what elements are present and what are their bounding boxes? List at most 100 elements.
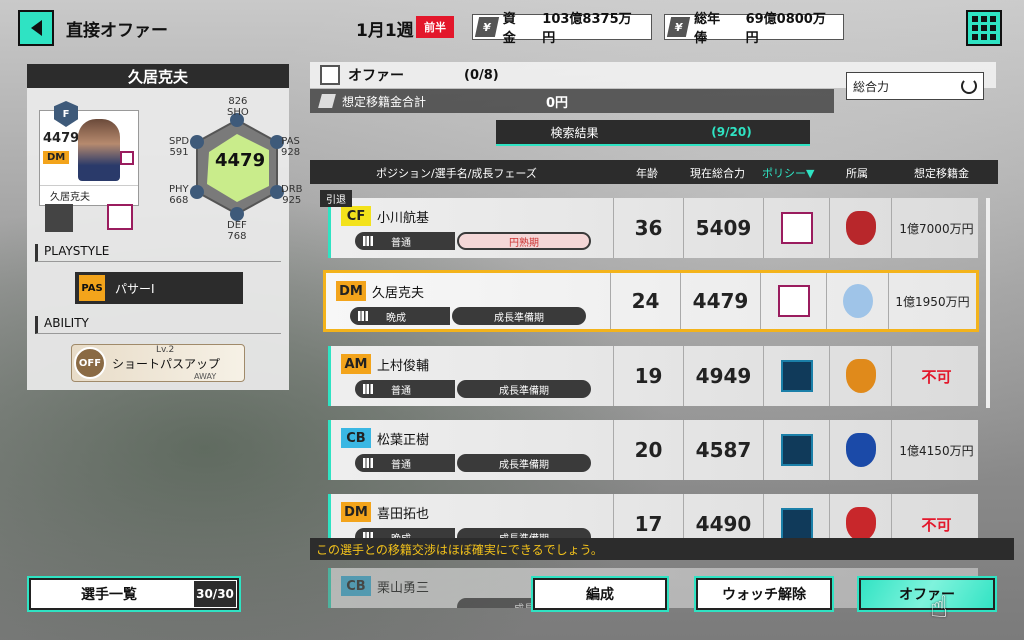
stat-hexagon: 4479 826 SHO PAS 928 DRB 925 DEF 768 PHY 668 …	[169, 96, 303, 248]
position-badge: CF	[341, 206, 371, 226]
age-cell: 36	[613, 198, 683, 258]
player-count: 30/30	[194, 581, 236, 607]
growth-bars-icon	[363, 384, 373, 394]
table-row[interactable]: DM 喜田拓也 晩成 成長準備期 17 4490 不可	[328, 494, 978, 538]
policy-icon	[780, 508, 813, 538]
total-rating: 4479	[215, 150, 266, 171]
tab-count[interactable]: (9/20)	[653, 120, 810, 146]
playstyle-label: PLAYSTYLE	[35, 244, 281, 262]
growth-type: 普通	[355, 454, 455, 472]
money-icon: ¥	[666, 17, 691, 37]
club-emblem-icon	[845, 507, 876, 538]
growth-bars-icon	[363, 236, 373, 246]
table-row[interactable]: AM 上村俊輔 普通 成長準備期 19 4949 不可	[328, 346, 978, 406]
policy-cell	[760, 273, 826, 329]
player-list-label: 選手一覧	[81, 587, 137, 603]
club-cell	[829, 420, 891, 480]
player-name: 上村俊輔	[377, 359, 430, 374]
position-badge: CB	[341, 428, 371, 448]
emblem-icon	[45, 204, 73, 232]
growth-phase: 成長準備期	[452, 307, 586, 325]
position-badge: DM	[341, 502, 371, 522]
club-emblem-icon	[845, 211, 876, 245]
growth-phase: 成長準備期	[457, 380, 591, 398]
salary-label: 総年俸	[694, 12, 721, 46]
playstyle-box[interactable]: PAS パサーⅠ	[75, 272, 243, 304]
player-card[interactable]: F 4479 DM 久居克夫	[39, 101, 139, 206]
funds-label: 資金	[502, 12, 516, 46]
stat-drb: DRB 925	[281, 184, 303, 206]
tab-search-results[interactable]: 検索結果	[496, 120, 653, 146]
week-label: 1月1週	[356, 21, 414, 41]
club-cell	[829, 198, 891, 258]
position-badge: DM	[336, 281, 366, 301]
offer-title: オファー	[348, 68, 404, 84]
policy-icon	[120, 151, 134, 165]
club-cell	[826, 273, 888, 329]
player-name: 栗山勇三	[377, 581, 430, 596]
card-player-name: 久居克夫	[40, 185, 138, 205]
fee-total-bar: 想定移籍金合計 0円	[310, 89, 834, 113]
ability-box[interactable]: OFF Lv.2 ショートパスアップ AWAY	[71, 344, 245, 382]
fee-total-label: 想定移籍金合計	[342, 94, 427, 109]
growth-phase: 円熟期	[457, 232, 591, 250]
col-age[interactable]: 年齢	[636, 165, 658, 181]
refresh-icon	[961, 78, 977, 94]
salary-value: 69億0800万円	[745, 12, 826, 46]
club-emblem-icon	[845, 433, 876, 467]
player-detail-panel: 久居克夫 F 4479 DM 久居克夫 4479 826 SHO PAS 928 D…	[27, 64, 303, 390]
player-name: 喜田拓也	[377, 507, 430, 522]
stat-phy: PHY 668	[169, 184, 189, 206]
transfer-notice: この選手との移籍交渉はほぼ確実にできるでしょう。	[310, 538, 1014, 560]
growth-phase: 成長準備期	[457, 454, 591, 472]
growth-type: 晩成	[350, 307, 450, 325]
fee-cell: 1億4150万円	[891, 420, 981, 480]
ability-label: ABILITY	[35, 316, 281, 334]
stat-sho: 826 SHO	[227, 96, 249, 118]
sort-dropdown[interactable]: 総合力	[846, 72, 984, 100]
age-cell: 17	[613, 494, 683, 538]
ability-tag: AWAY	[194, 372, 217, 381]
grid-menu-button[interactable]	[966, 10, 1002, 46]
ovr-cell: 4490	[683, 494, 763, 538]
table-row[interactable]: CB 松葉正樹 普通 成長準備期 20 4587 1億4150万円	[328, 420, 978, 480]
ovr-cell: 4479	[680, 273, 760, 329]
col-ovr[interactable]: 現在総合力	[690, 165, 745, 181]
list-scrollbar[interactable]	[986, 198, 990, 408]
policy-cell	[763, 198, 829, 258]
top-bar: 直接オファー 1月1週 前半 ¥ 資金 103億8375万円 ¥ 総年俸 69億…	[0, 0, 1024, 56]
col-policy[interactable]: ポリシー▼	[762, 165, 814, 181]
fee-cell: 1億1950万円	[888, 273, 976, 329]
age-cell: 20	[613, 420, 683, 480]
stat-spd: SPD 591	[169, 136, 190, 158]
col-club[interactable]: 所属	[846, 165, 868, 181]
player-list-button[interactable]: 選手一覧 30/30	[27, 576, 241, 612]
growth-phase: 成長準備期	[457, 528, 591, 538]
money-icon: ¥	[474, 17, 499, 37]
offer-count: (0/8)	[464, 67, 499, 83]
table-row-selected[interactable]: DM 久居克夫 晩成 成長準備期 24 4479 1億1950万円	[323, 270, 979, 332]
formation-button[interactable]: 編成	[531, 576, 669, 612]
club-cell	[829, 494, 891, 538]
unwatch-button[interactable]: ウォッチ解除	[694, 576, 834, 612]
policy-cell	[763, 420, 829, 480]
player-name: 松葉正樹	[377, 433, 430, 448]
stat-pas: PAS 928	[281, 136, 301, 158]
growth-type: 晩成	[355, 528, 455, 538]
growth-bars-icon	[363, 458, 373, 468]
offer-button[interactable]: オファー	[857, 576, 997, 612]
policy-cell	[763, 494, 829, 538]
back-button[interactable]	[18, 10, 54, 46]
player-portrait	[78, 119, 120, 181]
card-position: DM	[43, 151, 70, 164]
policy-icon	[107, 204, 133, 230]
fee-cell: 不可	[891, 346, 981, 406]
col-name: ポジション/選手名/成長フェーズ	[376, 167, 537, 180]
funds-box: ¥ 資金 103億8375万円	[472, 12, 652, 46]
growth-bars-icon	[358, 311, 368, 321]
table-row[interactable]: CF 小川航基 普通 円熟期 36 5409 1億7000万円	[328, 198, 978, 258]
ability-level: Lv.2	[156, 345, 175, 355]
age-cell: 19	[613, 346, 683, 406]
salary-box: ¥ 総年俸 69億0800万円	[664, 12, 844, 46]
col-fee[interactable]: 想定移籍金	[914, 165, 969, 181]
